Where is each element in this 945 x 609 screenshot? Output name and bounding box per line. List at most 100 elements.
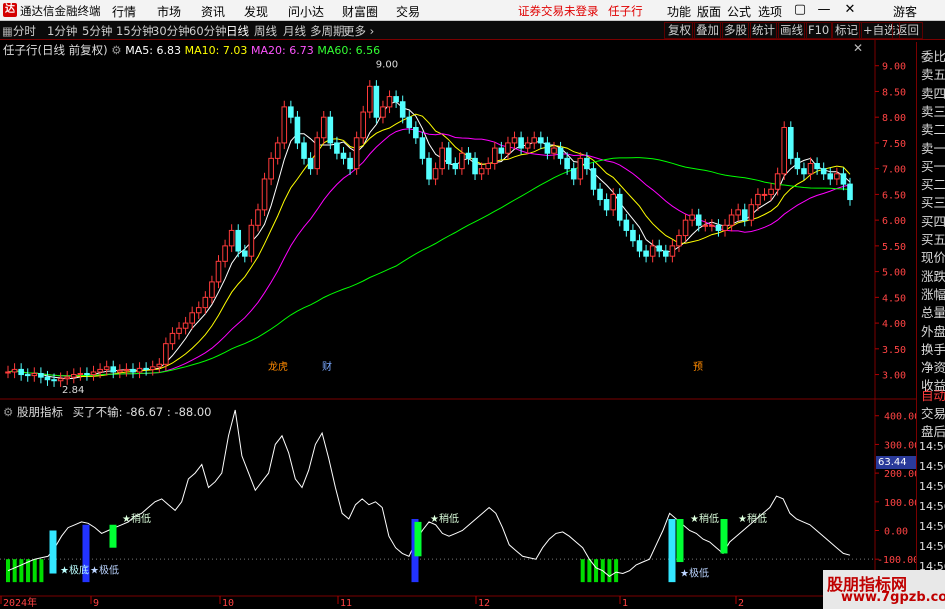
ind-y-tick-label-2: 200.00	[884, 469, 916, 480]
candle-body-22	[149, 366, 156, 370]
candle-body-57	[380, 106, 386, 118]
y-tick-label-12: 3.00	[882, 371, 906, 382]
window-minimize-icon[interactable]: —	[817, 2, 831, 17]
indicator-gear-icon[interactable]: ⚙	[3, 405, 13, 419]
period-monthly[interactable]: 月线	[283, 23, 306, 39]
period-more-label: 更多	[343, 24, 366, 38]
candle-body-56	[373, 85, 380, 118]
period-multi[interactable]: 多周期	[310, 23, 345, 39]
ind-green-bar-7	[587, 559, 592, 583]
ind-y-tick-label-1: 300.00	[884, 440, 916, 451]
menu-options[interactable]: 选项	[758, 3, 782, 20]
y-tick-label-2: 8.00	[882, 113, 906, 124]
candle-body-72	[478, 168, 485, 175]
candle-body-70	[465, 152, 472, 159]
event-marker-1: 财	[322, 360, 332, 373]
window-close-icon[interactable]: ✕	[843, 2, 857, 17]
menu-layout[interactable]: 版面	[697, 3, 721, 20]
panel-item-16[interactable]: 换手	[921, 339, 945, 358]
period-30min[interactable]: 30分钟	[152, 23, 190, 39]
candle-body-80	[531, 137, 538, 144]
ind-y-tick-label-4: 0.00	[884, 526, 908, 537]
panel-item-14[interactable]: 总量	[921, 302, 945, 321]
tool-mark[interactable]: 标记	[831, 22, 862, 39]
panel-item-0[interactable]: 委比	[921, 46, 945, 65]
chevron-right-icon: ›	[366, 24, 375, 38]
user-guest[interactable]: 游客	[893, 3, 917, 20]
panel-auto[interactable]: 自动	[921, 385, 945, 404]
y-tick-label-5: 6.50	[882, 190, 906, 201]
period-1min[interactable]: 1分钟	[47, 23, 77, 39]
period-more[interactable]: 更多 ›	[343, 23, 374, 39]
tool-draw[interactable]: 画线	[776, 22, 807, 39]
panel-after-0[interactable]: 交易	[921, 403, 945, 422]
panel-item-6[interactable]: 买一	[921, 156, 945, 175]
period-5min[interactable]: 5分钟	[82, 23, 112, 39]
panel-item-7[interactable]: 买二	[921, 174, 945, 193]
menu-quotes[interactable]: 行情	[112, 3, 136, 20]
panel-time-1: 14:56	[919, 460, 945, 473]
menu-news[interactable]: 资讯	[201, 3, 225, 20]
signal-label-2: ★稍低	[690, 512, 719, 525]
panel-item-8[interactable]: 买三	[921, 192, 945, 211]
candle-body-51	[340, 152, 347, 159]
panel-time-3: 14:56	[919, 500, 945, 513]
menu-ask[interactable]: 问小达	[288, 3, 324, 20]
panel-time-2: 14:56	[919, 480, 945, 493]
indicator-title: 股朋指标	[16, 405, 63, 419]
menu-fortune[interactable]: 财富圈	[342, 3, 378, 20]
candle-body-59	[393, 96, 399, 103]
panel-item-17[interactable]: 净资	[921, 357, 945, 376]
signal-bar-4	[414, 521, 422, 557]
panel-item-13[interactable]: 涨幅	[921, 284, 945, 303]
window-settings-icon[interactable]: ▢	[793, 2, 807, 17]
tool-stats[interactable]: 统计	[748, 22, 779, 39]
panel-item-15[interactable]: 外盘	[921, 321, 945, 340]
candle-body-8	[57, 378, 64, 382]
tool-f10[interactable]: F10	[804, 22, 834, 39]
candle-body-95	[630, 229, 636, 242]
watermark-url: www.7gpzb.com	[841, 590, 945, 605]
period-daily[interactable]: 日线	[226, 23, 249, 39]
menu-formula[interactable]: 公式	[727, 3, 751, 20]
x-tick-label-6: 2	[738, 598, 744, 609]
candle-body-28	[189, 312, 195, 324]
panel-item-2[interactable]: 卖四	[921, 83, 945, 102]
period-60min[interactable]: 60分钟	[189, 23, 227, 39]
candle-body-37	[248, 224, 255, 257]
indicator-value2: : -88.00	[166, 405, 212, 419]
panel-item-3[interactable]: 卖三	[921, 101, 945, 120]
candle-body-25	[169, 332, 176, 345]
period-weekly[interactable]: 周线	[254, 23, 277, 39]
candle-body-39	[261, 178, 268, 211]
indicator-chart[interactable]: 400.00 300.00 200.00 100.00 0.00 -100.00 ★稍低 ★稍…	[0, 400, 916, 609]
panel-item-4[interactable]: 卖二	[921, 119, 945, 138]
panel-item-12[interactable]: 涨跌	[921, 266, 945, 285]
panel-after-1[interactable]: 盘后	[921, 421, 945, 440]
panel-item-5[interactable]: 卖一	[921, 138, 945, 157]
candle-body-77	[511, 137, 518, 144]
signal-bar-0	[49, 530, 57, 574]
main-candlestick-chart[interactable]: 9.00 8.50 8.00 7.50 7.00 6.50 6.00 5.50 5.00 4.50…	[0, 40, 916, 400]
tool-multi-stock[interactable]: 多股	[720, 22, 751, 39]
tool-back[interactable]: 返回	[892, 22, 923, 39]
candle-body-92	[610, 193, 616, 211]
panel-item-11[interactable]: 现价	[921, 247, 945, 266]
tool-overlay[interactable]: 叠加	[692, 22, 723, 39]
menu-discover[interactable]: 发现	[244, 3, 268, 20]
menu-trade[interactable]: 交易	[396, 3, 420, 20]
candle-body-52	[347, 157, 353, 170]
tool-fuquan[interactable]: 复权	[664, 22, 695, 39]
menu-functions[interactable]: 功能	[667, 3, 691, 20]
menu-market[interactable]: 市场	[157, 3, 181, 20]
watermark: 股朋指标网 www.7gpzb.com	[823, 570, 945, 609]
login-status[interactable]: 证券交易未登录 任子行	[518, 3, 643, 19]
candle-body-14	[97, 368, 103, 373]
candle-body-105	[695, 214, 702, 226]
panel-item-10[interactable]: 买五	[921, 229, 945, 248]
period-timeshare[interactable]: ▦分时	[2, 23, 36, 39]
period-15min[interactable]: 15分钟	[116, 23, 154, 39]
panel-item-9[interactable]: 买四	[921, 211, 945, 230]
candle-body-62	[413, 126, 419, 139]
panel-item-1[interactable]: 卖五	[921, 64, 945, 83]
